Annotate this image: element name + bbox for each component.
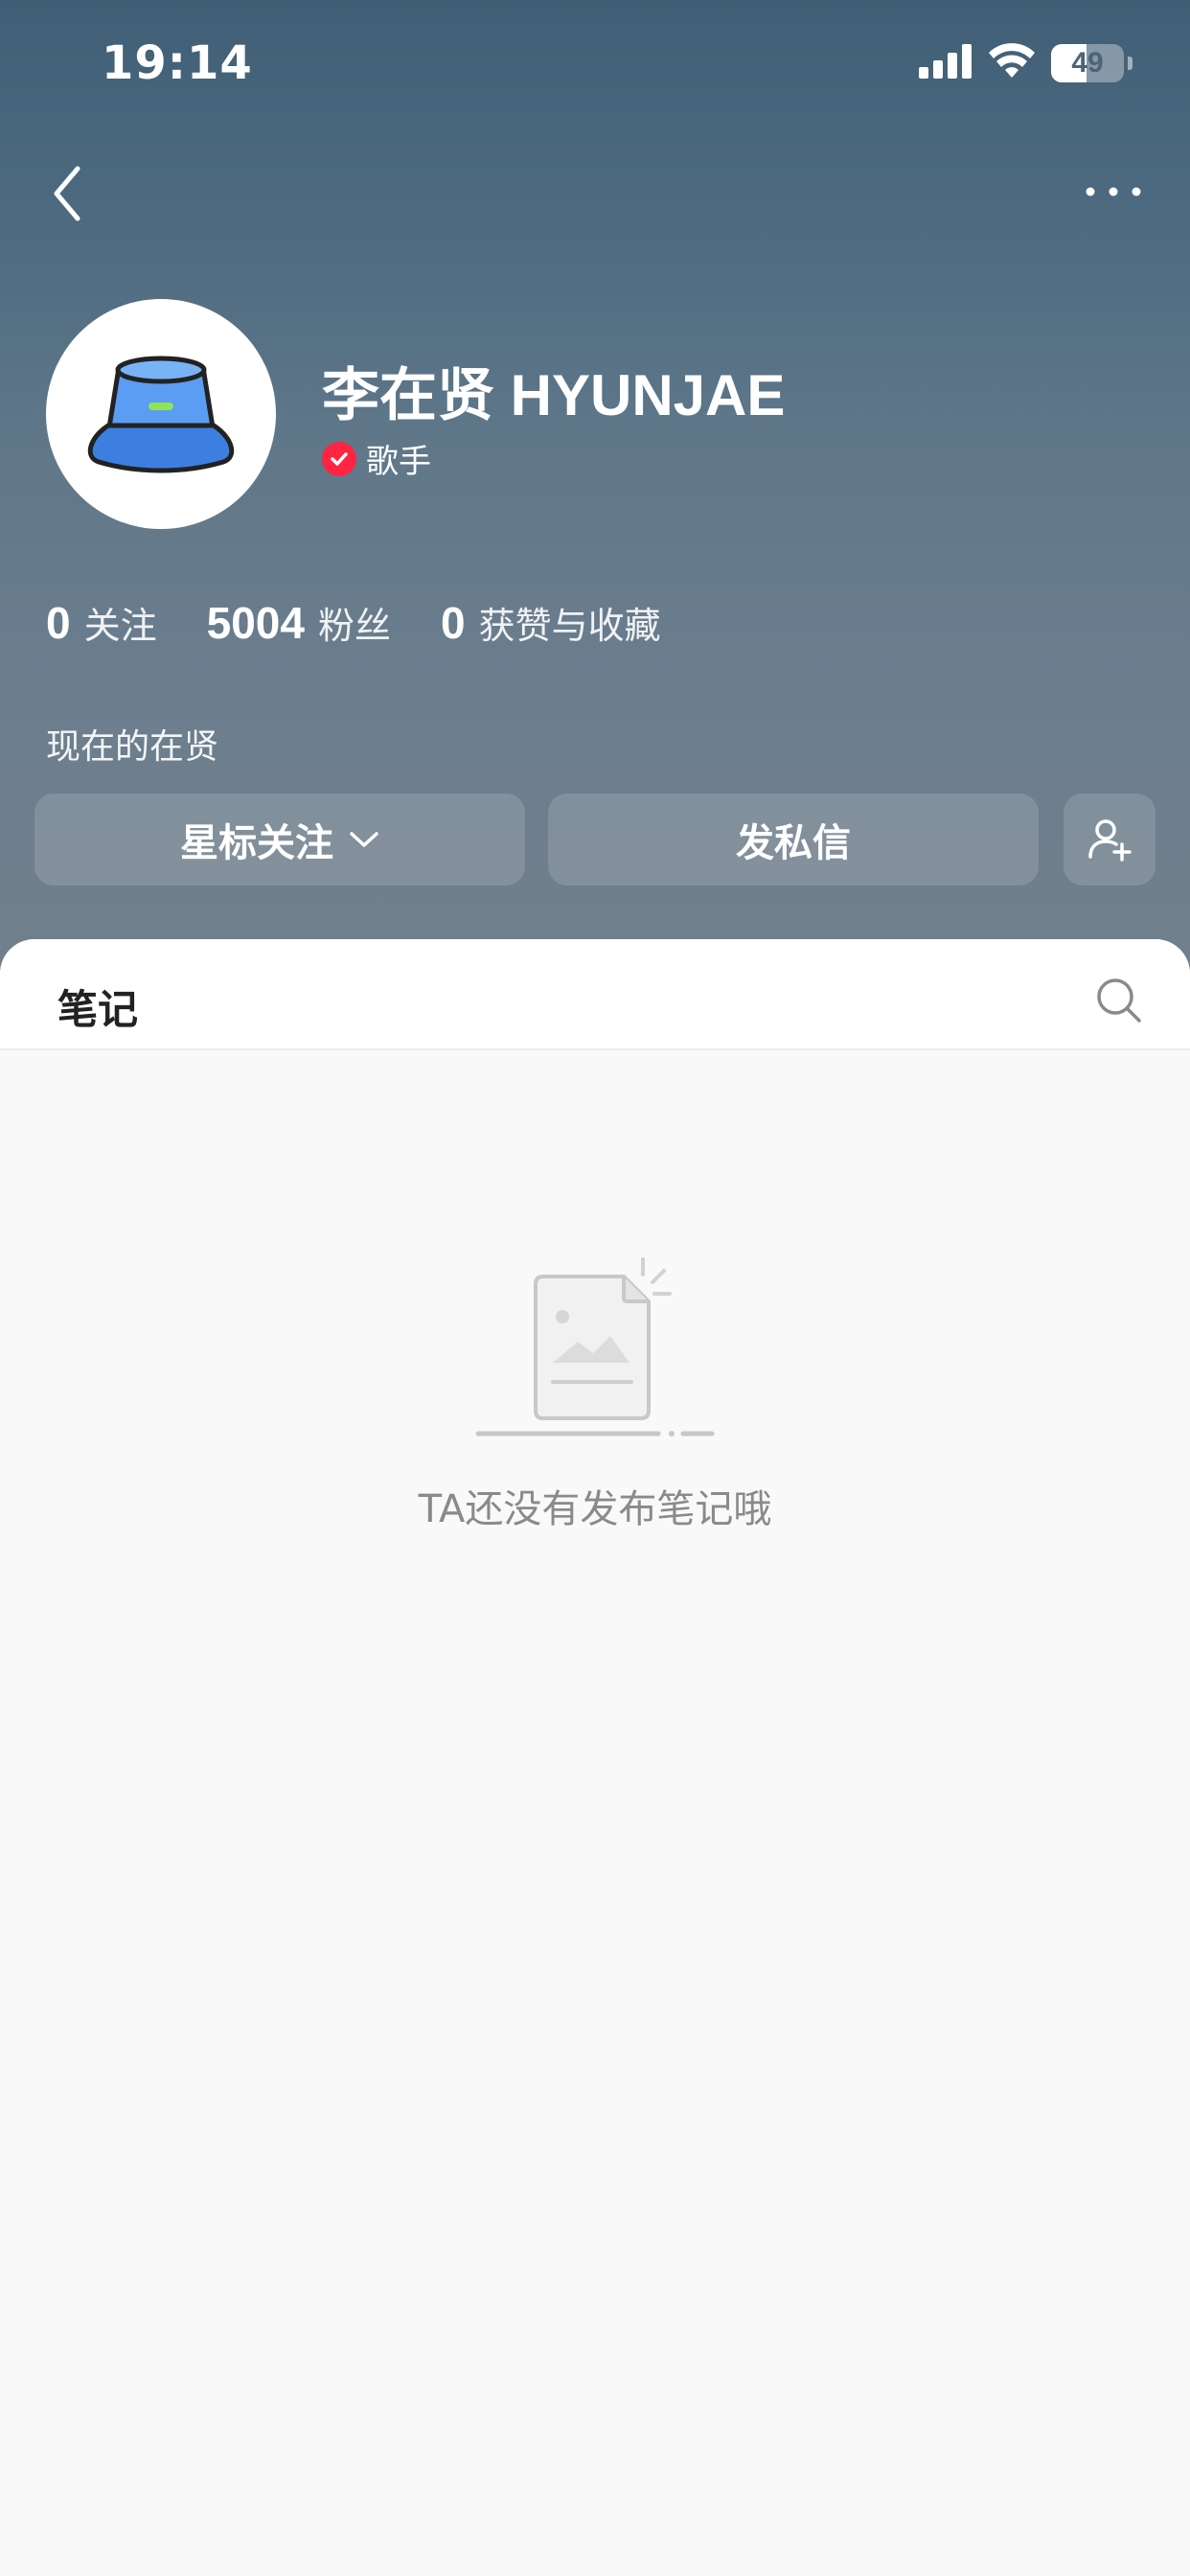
stat-number: 5004 [206,598,305,648]
stat-label: 关注 [83,605,157,647]
stat-label: 获赞与收藏 [478,605,661,647]
more-horizontal-icon [1086,187,1141,196]
cellular-signal-icon [919,44,973,82]
profile-bio: 现在的在贤 [46,727,219,767]
stat-following[interactable]: 0 关注 [46,596,157,649]
bucket-hat-icon [87,356,235,473]
battery-cap [1128,57,1133,70]
empty-state: TA还没有发布笔记哦 [0,1255,1190,1533]
wifi-icon [988,43,1036,83]
stat-number: 0 [440,598,466,648]
empty-state-text: TA还没有发布笔记哦 [418,1487,772,1531]
profile-name: 李在贤 HYUNJAE [322,363,786,427]
stat-followers[interactable]: 5004 粉丝 [207,596,391,649]
status-time: 19:14 [102,36,253,90]
search-button[interactable] [1094,976,1144,1025]
profile-stats: 0 关注 5004 粉丝 0 获赞与收藏 [46,596,711,649]
verified-check-icon [322,441,356,476]
avatar[interactable] [46,299,276,529]
search-icon [1097,978,1141,1023]
profile-page: 19:14 49 李在贤 HYUNJAE 歌手 0 关注 5004 粉丝 0 获… [0,0,1190,2576]
notes-card: 笔记 [0,939,1190,2576]
battery-percent: 49 [1071,47,1104,79]
stat-label: 粉丝 [317,605,391,647]
tab-notes[interactable]: 笔记 [57,978,138,1036]
status-icons: 49 [919,42,1133,84]
add-user-icon [1088,819,1132,862]
battery-icon: 49 [1051,44,1124,82]
send-message-button[interactable]: 发私信 [548,794,1039,886]
stat-number: 0 [46,598,71,648]
send-message-label: 发私信 [736,821,851,865]
verification-label: 歌手 [366,443,431,481]
chevron-down-icon [349,830,379,849]
star-follow-button[interactable]: 星标关注 [34,794,525,886]
empty-notes-icon [475,1257,715,1437]
verification-row: 歌手 [322,435,431,482]
chevron-left-icon [54,166,80,221]
back-button[interactable] [42,161,92,226]
star-follow-label: 星标关注 [180,821,333,865]
add-friend-button[interactable] [1064,794,1156,886]
tab-bar: 笔记 [0,939,1190,1050]
more-button[interactable] [1079,169,1148,215]
stat-likes-collections[interactable]: 0 获赞与收藏 [441,596,661,649]
